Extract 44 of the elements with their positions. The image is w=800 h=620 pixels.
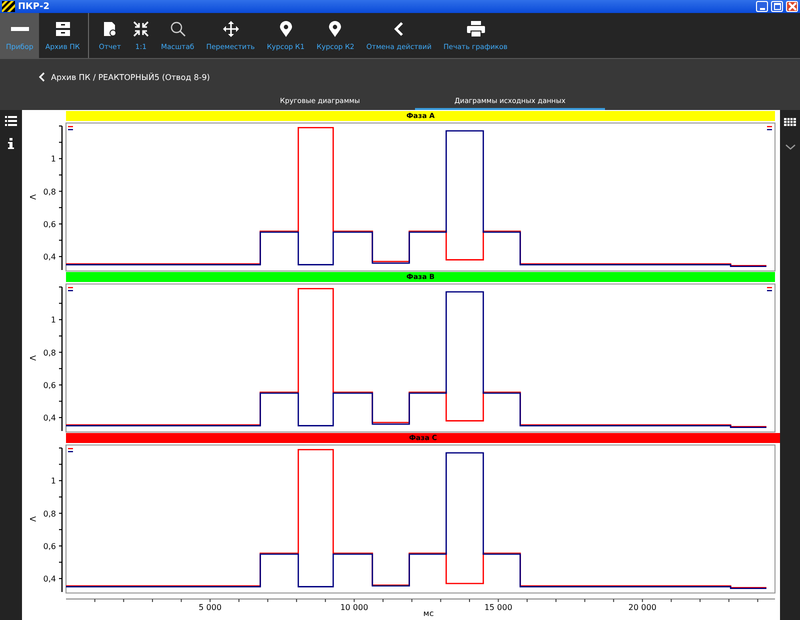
cabinet-icon — [54, 20, 71, 36]
collapse-icon — [132, 20, 149, 36]
legend-icon — [68, 287, 73, 292]
breadcrumb: Архив ПК / РЕАКТОРНЫЙ5 (Отвод 8-9) — [51, 72, 210, 82]
tick-label: 5 000 — [198, 603, 222, 612]
tick-label: 0,4 — [43, 252, 56, 262]
tick-label: 0,6 — [43, 542, 56, 551]
info-icon[interactable] — [8, 138, 14, 149]
keyboard-icon[interactable] — [784, 118, 796, 126]
tick-label: 10 000 — [340, 603, 368, 612]
axis-label: мс — [423, 609, 434, 616]
tick-label: 0,8 — [43, 187, 56, 196]
tick-label: 0,6 — [43, 380, 56, 390]
document-icon — [102, 20, 118, 36]
tick-label: 1 — [50, 476, 56, 486]
tick-label: 0,4 — [43, 574, 56, 584]
tick-label: 0,6 — [43, 220, 56, 229]
tick-label: 1 — [50, 154, 56, 164]
search-icon — [170, 20, 186, 36]
tick-label: 20 000 — [628, 603, 656, 612]
tick-label: 15 000 — [484, 603, 512, 612]
chevron-down-icon[interactable] — [784, 144, 796, 150]
axis-label: V — [28, 355, 37, 361]
list-icon[interactable] — [5, 116, 17, 126]
window-title: ПКР-2 — [18, 2, 50, 12]
tick-label: 1 — [50, 316, 56, 325]
restore-button[interactable] — [771, 1, 783, 12]
location-pin-icon — [329, 20, 342, 36]
tick-label: 0,8 — [43, 509, 56, 518]
legend-icon — [68, 126, 73, 130]
axis-label: V — [28, 194, 37, 200]
app-logo-icon — [2, 1, 15, 12]
minus-icon — [10, 26, 29, 30]
legend-icon — [68, 448, 73, 452]
move-icon — [222, 20, 239, 36]
tick-label: 0,8 — [43, 348, 56, 358]
location-pin-icon — [280, 20, 292, 36]
chevron-left-icon — [394, 20, 404, 36]
axis-label: V — [28, 516, 37, 522]
minimize-button[interactable] — [756, 1, 768, 12]
printer-icon — [466, 20, 484, 36]
back-icon[interactable] — [39, 72, 45, 82]
tick-label: 0,4 — [43, 414, 56, 423]
close-button[interactable] — [786, 1, 798, 12]
